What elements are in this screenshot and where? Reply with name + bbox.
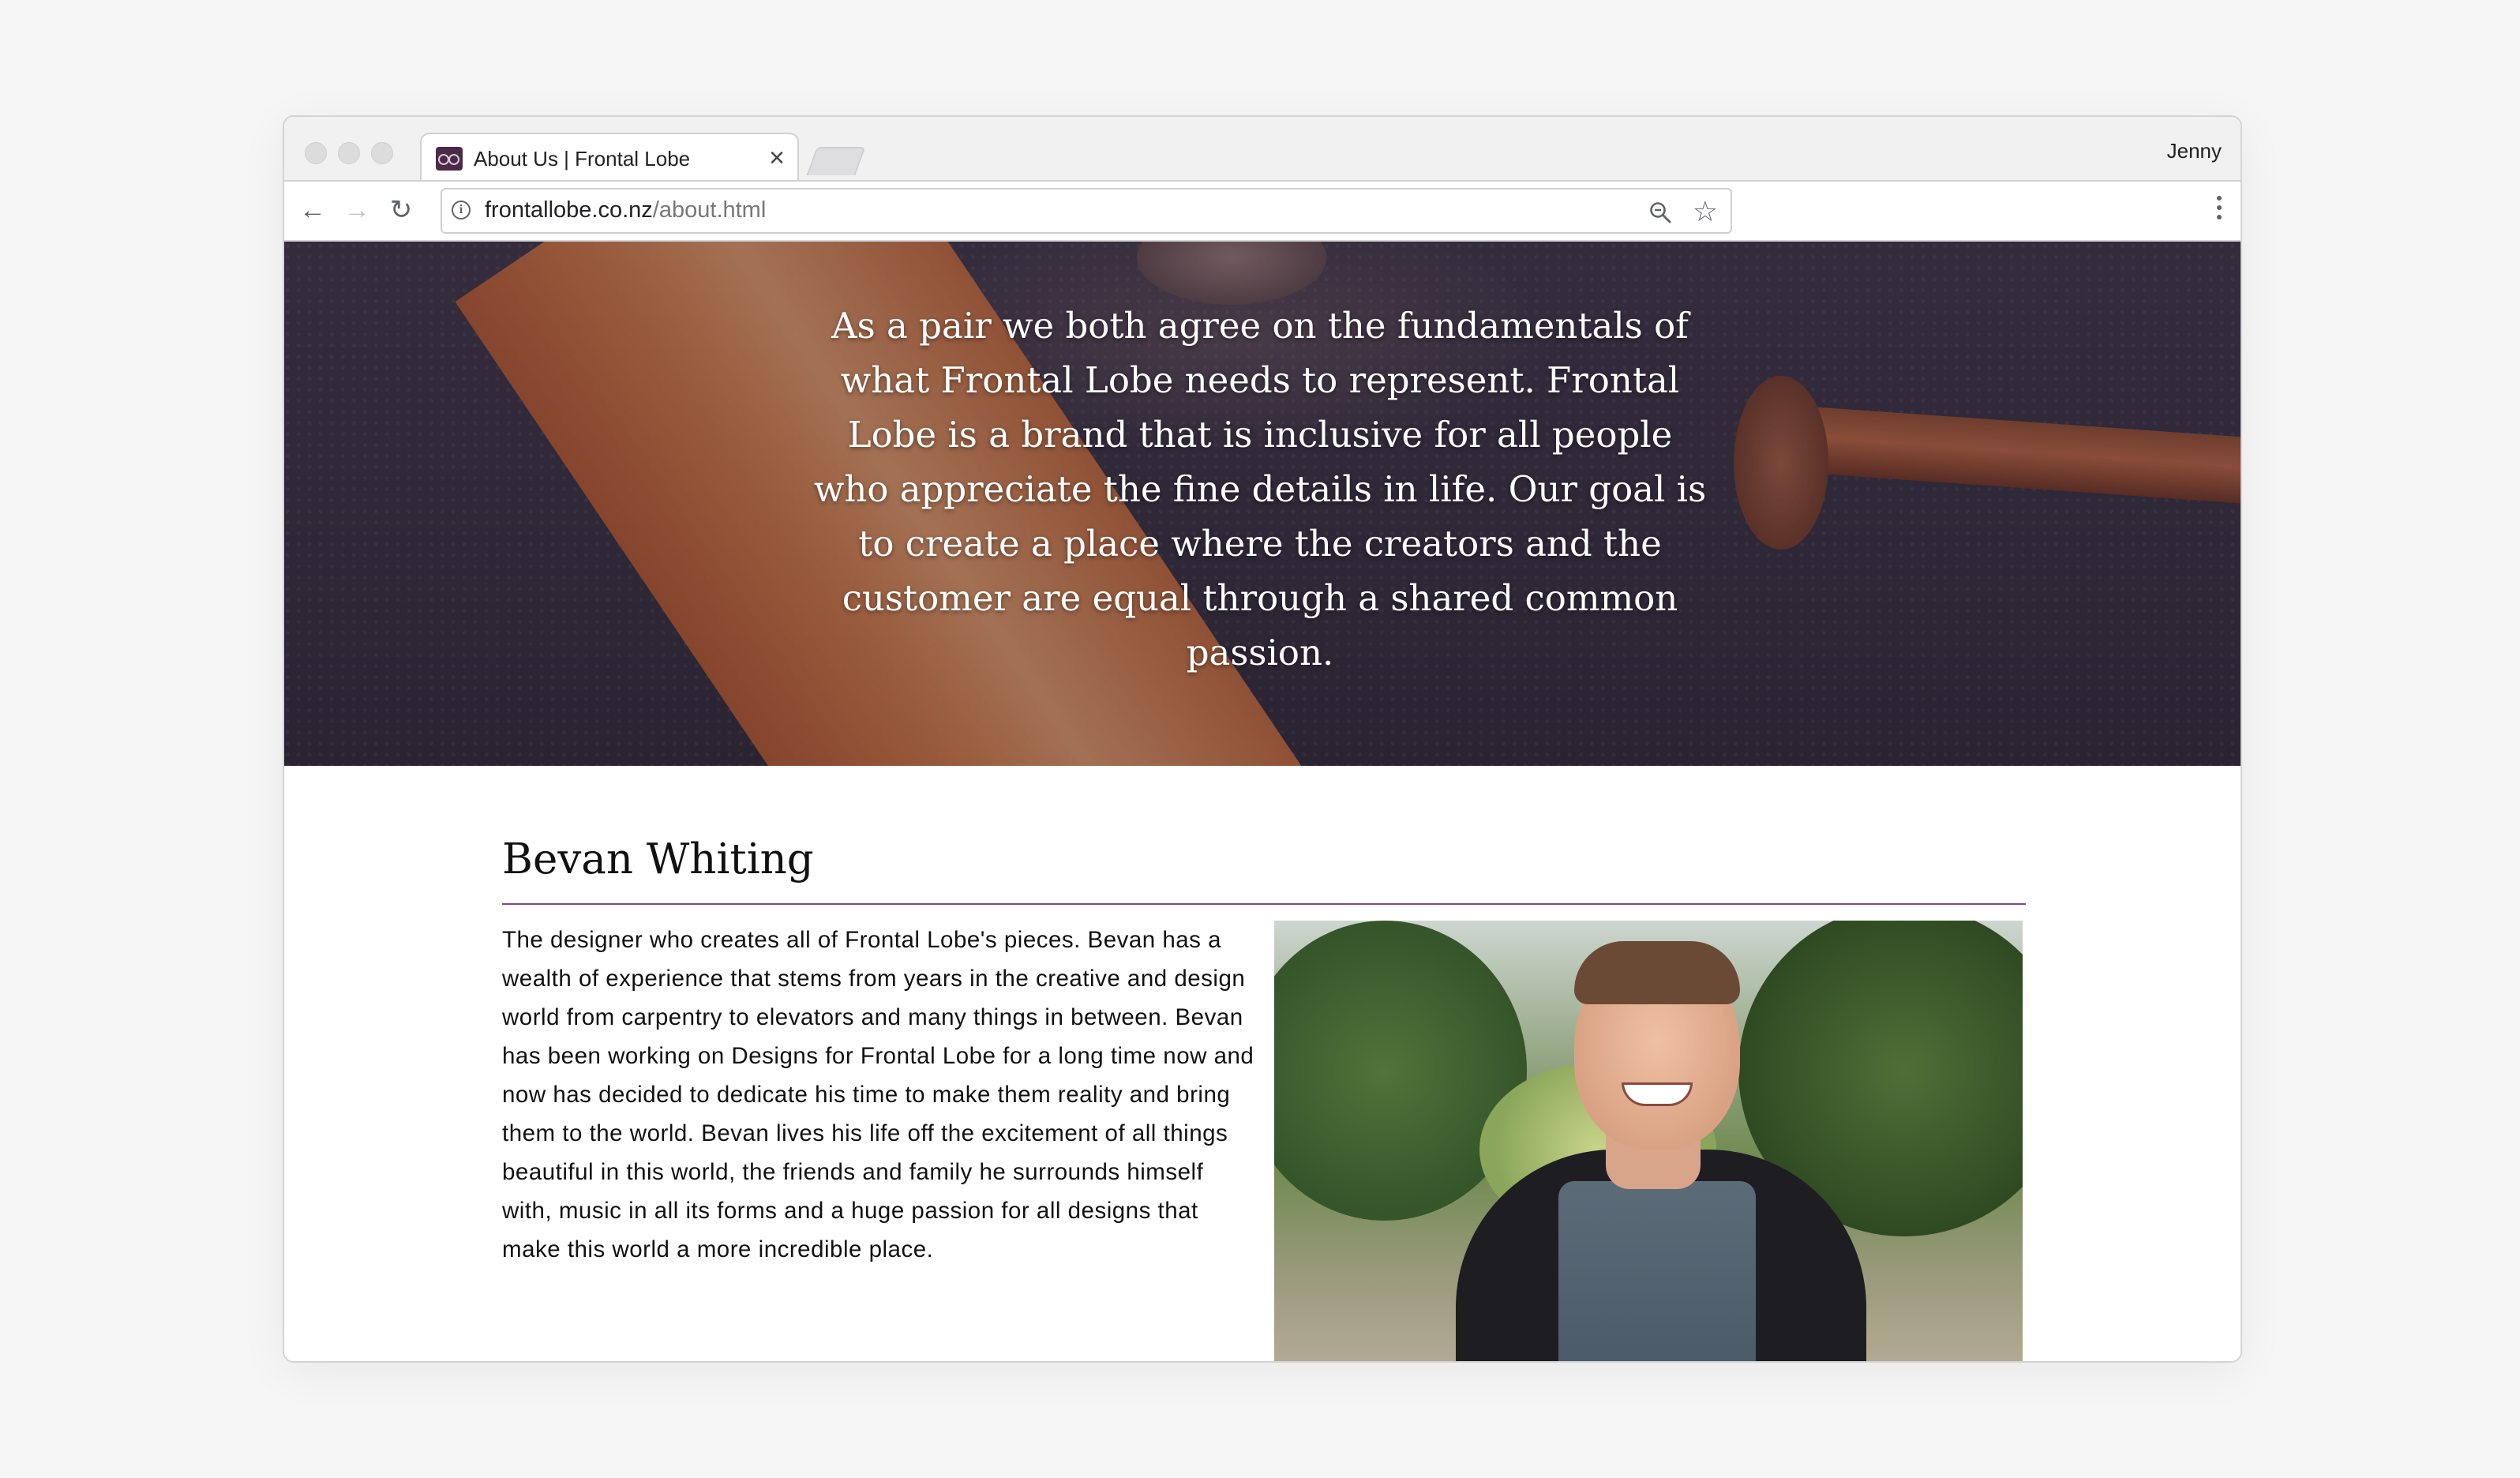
profile-photo — [1274, 921, 2023, 1361]
hero-quote: As a pair we both agree on the fundament… — [813, 305, 1707, 673]
close-tab-icon[interactable]: × — [769, 142, 785, 174]
browser-menu-icon[interactable] — [2217, 196, 2222, 224]
tab-about-us[interactable]: About Us | Frontal Lobe × — [420, 133, 799, 182]
profile-bio: The designer who creates all of Frontal … — [502, 927, 1254, 1262]
frontal-lobe-favicon-icon — [436, 147, 463, 171]
bookmark-star-icon[interactable]: ☆ — [1693, 197, 1718, 226]
tab-title: About Us | Frontal Lobe — [474, 147, 691, 171]
url-host: frontallobe.co.nz — [485, 197, 653, 223]
tab-strip: About Us | Frontal Lobe × Jenny — [284, 117, 2241, 182]
heading-divider — [502, 903, 2026, 905]
close-window-button[interactable] — [305, 142, 327, 164]
photo-person-apron — [1558, 1181, 1756, 1361]
address-bar[interactable]: i frontallobe.co.nz/about.html ☆ — [441, 188, 1732, 234]
minimize-window-button[interactable] — [338, 142, 360, 164]
url-path: /about.html — [652, 197, 767, 223]
url-text[interactable]: frontallobe.co.nz/about.html — [485, 197, 766, 223]
site-info-icon[interactable]: i — [452, 201, 471, 219]
profile-name[interactable]: Jenny — [2167, 139, 2222, 163]
about-content: Bevan Whiting The designer who creates a… — [284, 766, 2241, 1361]
reload-icon[interactable]: ↻ — [384, 193, 418, 227]
zoom-icon[interactable] — [1648, 201, 1672, 224]
back-arrow-icon[interactable]: ← — [295, 193, 330, 227]
browser-toolbar: ← → ↻ i frontallobe.co.nz/about.html ☆ — [284, 180, 2241, 242]
maximize-window-button[interactable] — [371, 142, 393, 164]
profile-name-heading: Bevan Whiting — [502, 835, 814, 883]
browser-window: About Us | Frontal Lobe × Jenny ← → ↻ i … — [283, 115, 2242, 1363]
new-tab-button[interactable] — [806, 147, 866, 175]
forward-arrow-icon[interactable]: → — [339, 193, 374, 227]
hero-banner: As a pair we both agree on the fundament… — [284, 242, 2241, 766]
photo-person-hair — [1574, 941, 1740, 1004]
